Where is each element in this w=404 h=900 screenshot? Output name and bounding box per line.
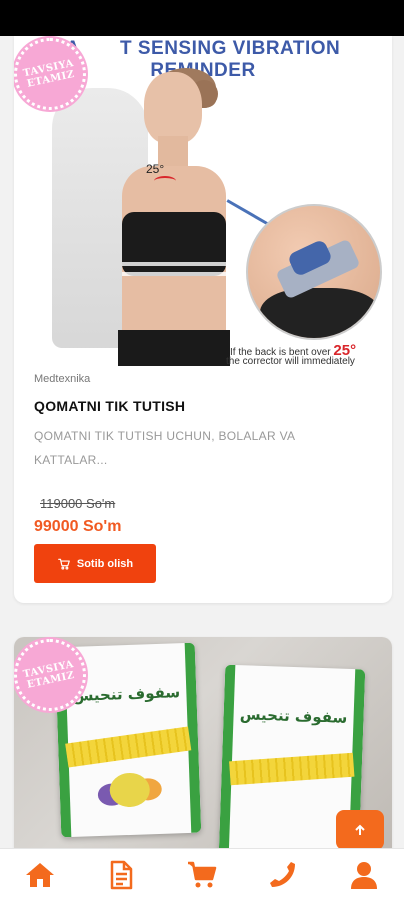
buy-button-label: Sotib olish (76, 557, 134, 570)
image-caption-2: the corrector will immediately (226, 356, 355, 366)
nav-documents[interactable] (91, 853, 151, 897)
nav-cart[interactable] (172, 853, 232, 897)
arrow-up-icon (355, 824, 365, 835)
nav-phone[interactable] (253, 853, 313, 897)
bottom-nav (0, 848, 404, 900)
product-category: Medtexnika (34, 373, 91, 385)
nav-home[interactable] (10, 853, 70, 897)
scroll-to-top-button[interactable] (336, 810, 384, 850)
woman-figure (104, 68, 230, 366)
nav-profile[interactable] (334, 853, 394, 897)
buy-button[interactable]: Sotib olish (34, 544, 156, 583)
cart-icon (187, 861, 217, 887)
angle-label: 25° (146, 162, 165, 176)
old-price: 119000 So'm (40, 496, 116, 511)
phone-icon (269, 861, 295, 887)
document-icon (110, 860, 133, 889)
status-bar (0, 0, 404, 36)
new-price: 99000 So'm (34, 518, 122, 535)
recommend-badge: TAVSIYA ETAMIZ (14, 38, 86, 110)
recommend-badge: TAVSIYA ETAMIZ (14, 639, 86, 711)
product-title[interactable]: QOMATNI TIK TUTISH (34, 398, 185, 414)
connector-line (226, 199, 270, 226)
cart-icon (58, 558, 70, 570)
user-icon (350, 861, 377, 889)
home-icon (26, 862, 55, 887)
zoom-detail (246, 204, 382, 340)
angle-arrow-icon (154, 176, 176, 186)
product-description: QOMATNI TIK TUTISH UCHUN, BOLALAR VA KAT… (34, 429, 295, 467)
product-image[interactable]: A T SENSING VIBRATION REMINDER 25° If th… (14, 36, 392, 366)
